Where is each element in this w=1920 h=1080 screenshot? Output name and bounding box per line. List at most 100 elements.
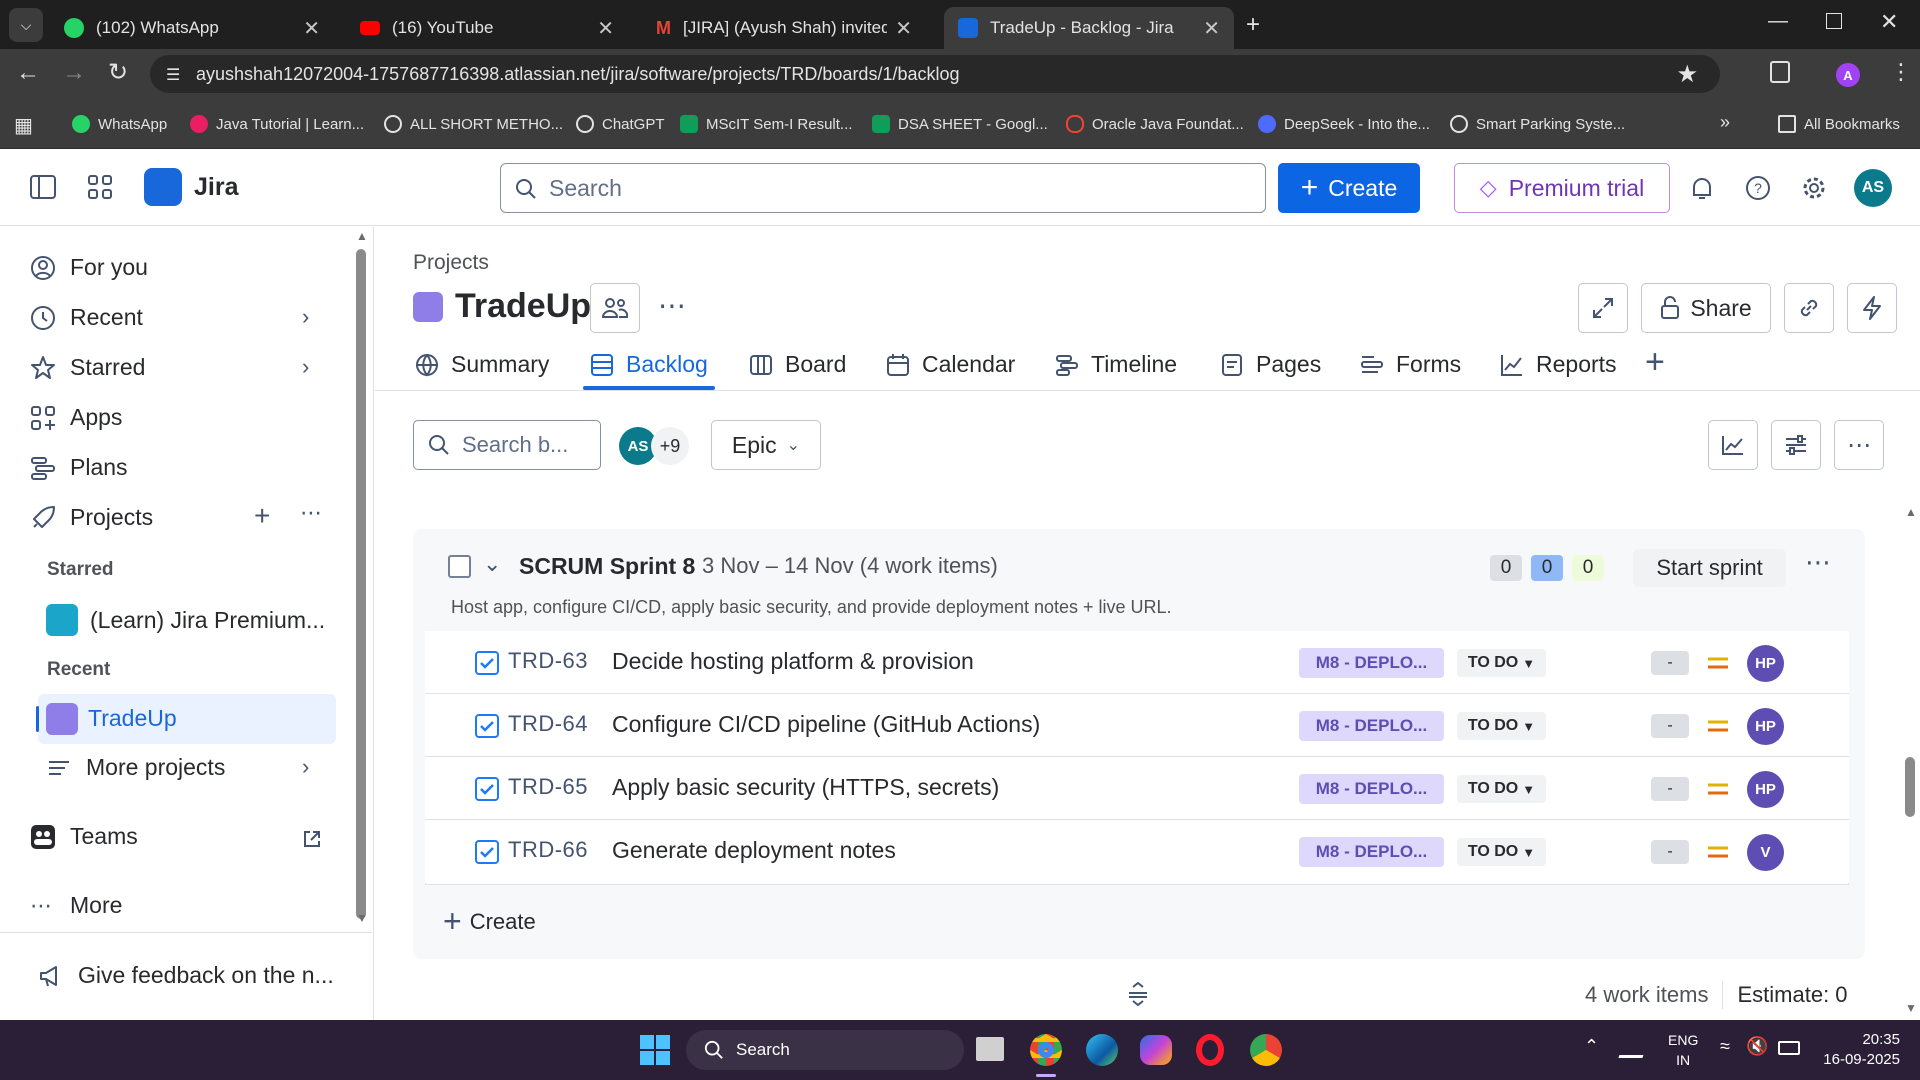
external-link-icon[interactable] (302, 829, 322, 849)
close-icon[interactable]: ✕ (597, 16, 614, 41)
project-more-icon[interactable]: ⋯ (658, 289, 686, 322)
table-row[interactable]: TRD-66 Generate deployment notes M8 - DE… (425, 820, 1849, 883)
work-item-key[interactable]: TRD-66 (508, 837, 588, 863)
chevron-right-icon[interactable]: › (302, 304, 309, 330)
tab-summary[interactable]: Summary (415, 351, 549, 378)
work-item-summary[interactable]: Apply basic security (HTTPS, secrets) (612, 774, 999, 801)
minimize-button[interactable]: — (1768, 10, 1788, 33)
jira-logo[interactable]: Jira (144, 168, 238, 206)
bookmark-item[interactable]: ChatGPT (576, 115, 665, 133)
browser-profile-avatar[interactable]: A (1836, 63, 1860, 87)
sidebar-scrollbar[interactable] (356, 249, 366, 919)
browser-tab-gmail[interactable]: M [JIRA] (Ayush Shah) invited you ✕ (642, 7, 926, 49)
language-indicator[interactable]: ENG IN (1668, 1030, 1698, 1070)
scroll-down-icon[interactable]: ▼ (1905, 1001, 1917, 1015)
estimate-badge[interactable]: - (1651, 777, 1689, 801)
bookmark-item[interactable]: DeepSeek - Into the... (1258, 115, 1430, 133)
browser-tab-whatsapp[interactable]: (102) WhatsApp ✕ (50, 7, 334, 49)
assignee-avatar[interactable]: HP (1747, 771, 1784, 808)
close-icon[interactable]: ✕ (303, 16, 320, 41)
wifi-icon[interactable]: ≈ (1720, 1036, 1730, 1057)
tab-calendar[interactable]: Calendar (886, 351, 1015, 378)
assignee-avatar[interactable]: HP (1747, 708, 1784, 745)
sidebar-item-apps[interactable]: Apps (30, 404, 122, 431)
sidebar-item-more-projects[interactable]: More projects (46, 754, 225, 781)
add-project-icon[interactable]: + (254, 500, 270, 532)
tab-forms[interactable]: Forms (1360, 351, 1461, 378)
status-dropdown[interactable]: TO DO ▼ (1457, 775, 1546, 803)
chevron-right-icon[interactable]: › (302, 754, 309, 780)
more-options-icon[interactable]: ⋯ (300, 500, 323, 526)
global-search-input[interactable]: Search (500, 163, 1266, 213)
browser-tab-jira[interactable]: TradeUp - Backlog - Jira ✕ (944, 7, 1234, 49)
work-item-key[interactable]: TRD-63 (508, 648, 588, 674)
help-icon[interactable]: ? (1745, 175, 1771, 201)
bookmark-item[interactable]: Smart Parking Syste... (1450, 115, 1625, 133)
browser-menu-icon[interactable]: ⋮ (1890, 59, 1912, 85)
estimate-badge[interactable]: - (1651, 840, 1689, 864)
sidebar-item-plans[interactable]: Plans (30, 454, 128, 481)
epic-lozenge[interactable]: M8 - DEPLO... (1299, 837, 1444, 867)
network-off-icon[interactable] (1618, 1038, 1650, 1058)
user-avatar[interactable]: AS (1854, 169, 1892, 207)
sidebar-item-recent[interactable]: Recent (30, 304, 143, 331)
bookmark-item[interactable]: Oracle Java Foundat... (1066, 115, 1244, 133)
sidebar-toggle-icon[interactable] (30, 175, 56, 199)
team-button[interactable] (590, 283, 640, 333)
sprint-more-icon[interactable]: ⋯ (1805, 547, 1831, 578)
back-icon[interactable]: ← (16, 59, 40, 87)
chevron-right-icon[interactable]: » (1720, 112, 1730, 133)
epic-lozenge[interactable]: M8 - DEPLO... (1299, 648, 1444, 678)
create-work-item-button[interactable]: + Create (443, 903, 536, 940)
more-actions-button[interactable]: ⋯ (1834, 420, 1884, 470)
view-settings-button[interactable] (1771, 420, 1821, 470)
tab-search-button[interactable]: ⌵ (9, 8, 43, 42)
tab-backlog[interactable]: Backlog (590, 351, 708, 378)
chevron-right-icon[interactable]: › (302, 354, 309, 380)
work-item-summary[interactable]: Generate deployment notes (612, 837, 896, 864)
forward-icon[interactable]: → (62, 59, 86, 87)
sidebar-item-teams[interactable]: Teams (30, 823, 138, 850)
browser-tab-youtube[interactable]: (16) YouTube ✕ (346, 7, 628, 49)
all-bookmarks[interactable]: All Bookmarks (1778, 115, 1900, 133)
table-row[interactable]: TRD-63 Decide hosting platform & provisi… (425, 631, 1849, 694)
work-item-summary[interactable]: Configure CI/CD pipeline (GitHub Actions… (612, 711, 1040, 738)
windows-start-icon[interactable] (640, 1035, 670, 1065)
maximize-button[interactable] (1826, 13, 1842, 29)
close-window-button[interactable]: ✕ (1880, 9, 1898, 35)
fullscreen-button[interactable] (1578, 283, 1628, 333)
bell-icon[interactable] (1690, 176, 1714, 202)
assignee-avatar[interactable]: V (1747, 834, 1784, 871)
close-icon[interactable]: ✕ (1203, 16, 1220, 41)
sidebar-item-starred[interactable]: Starred (30, 354, 145, 381)
epic-lozenge[interactable]: M8 - DEPLO... (1299, 774, 1444, 804)
reload-icon[interactable]: ↻ (108, 58, 128, 87)
volume-mute-icon[interactable]: 🔇 (1746, 1036, 1768, 1057)
sprint-select-checkbox[interactable] (448, 555, 471, 578)
extensions-icon[interactable] (1770, 61, 1790, 83)
start-sprint-button[interactable]: Start sprint (1633, 549, 1786, 587)
chevron-up-icon[interactable]: ⌃ (1584, 1036, 1599, 1057)
breadcrumb[interactable]: Projects (413, 251, 489, 275)
app-switcher-icon[interactable] (88, 175, 112, 199)
edge-icon[interactable] (1086, 1034, 1118, 1066)
url-bar[interactable]: ☰ ayushshah12072004-1757687716398.atlass… (150, 55, 1720, 93)
create-button[interactable]: + Create (1278, 163, 1420, 213)
chrome-profile-icon[interactable] (1250, 1034, 1282, 1066)
estimate-badge[interactable]: - (1651, 651, 1689, 675)
resize-handle-icon[interactable] (1127, 982, 1149, 1006)
sidebar-item-for-you[interactable]: For you (30, 254, 148, 281)
assignee-avatar[interactable]: HP (1747, 645, 1784, 682)
scroll-down-icon[interactable]: ▼ (356, 911, 368, 925)
clock[interactable]: 20:35 16-09-2025 (1818, 1030, 1900, 1070)
taskbar-search[interactable]: Search (686, 1030, 964, 1070)
bookmark-item[interactable]: WhatsApp (72, 115, 167, 133)
sidebar-starred-project[interactable]: (Learn) Jira Premium... (46, 604, 325, 636)
new-tab-button[interactable]: + (1246, 11, 1260, 39)
scroll-up-icon[interactable]: ▲ (356, 229, 368, 243)
epic-lozenge[interactable]: M8 - DEPLO... (1299, 711, 1444, 741)
tab-pages[interactable]: Pages (1220, 351, 1321, 378)
add-tab-icon[interactable]: + (1645, 343, 1665, 382)
sidebar-item-more[interactable]: ⋯ More (30, 892, 122, 919)
bookmark-item[interactable]: ALL SHORT METHO... (384, 115, 563, 133)
